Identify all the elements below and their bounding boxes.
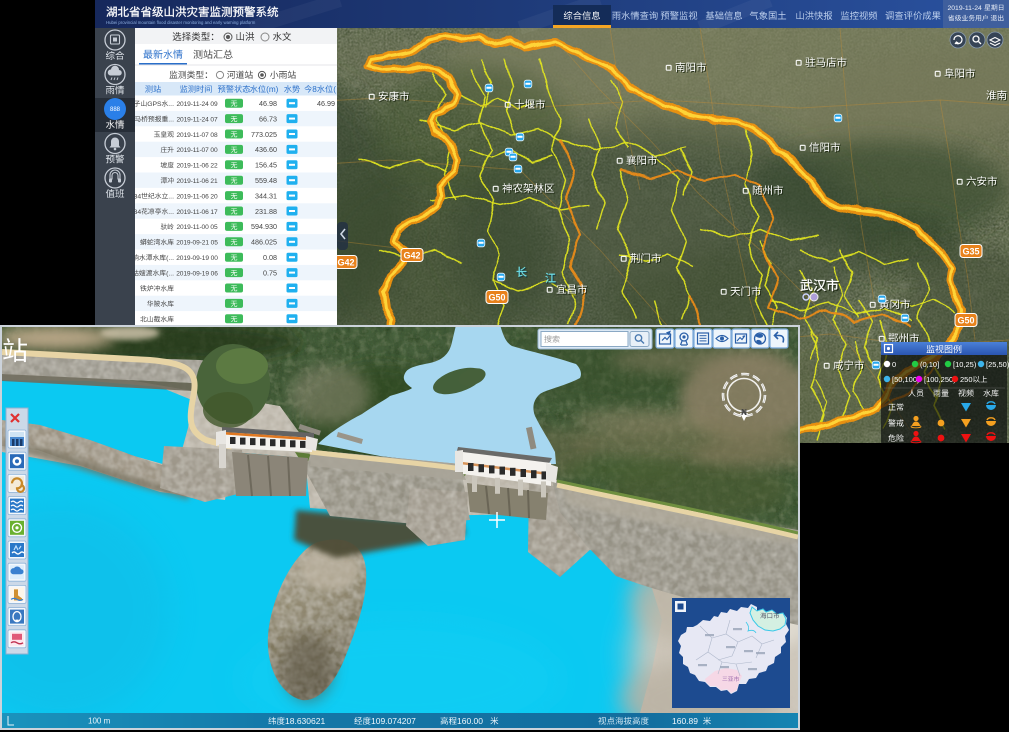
svg-text:2019-11-06 22: 2019-11-06 22 bbox=[176, 163, 218, 170]
svg-text:(...: (... bbox=[166, 255, 174, 262]
svg-text:2019-11-07 00: 2019-11-07 00 bbox=[176, 147, 218, 154]
svg-text:...: ... bbox=[168, 193, 174, 200]
svg-text:594.930: 594.930 bbox=[251, 222, 277, 231]
svg-text:250: 250 bbox=[960, 375, 973, 384]
svg-text:486.025: 486.025 bbox=[251, 238, 277, 247]
svg-text:773.025: 773.025 bbox=[251, 130, 277, 139]
svg-text:(: ( bbox=[333, 85, 336, 94]
svg-text:G42: G42 bbox=[403, 251, 420, 261]
svg-text:GPS: GPS bbox=[147, 101, 162, 108]
svg-text:2019-11-24 09: 2019-11-24 09 bbox=[176, 101, 218, 108]
svg-text:100 m: 100 m bbox=[88, 717, 111, 726]
svg-text:[25,50): [25,50) bbox=[986, 360, 1009, 369]
svg-text:231.88: 231.88 bbox=[255, 207, 277, 216]
svg-text:18.630621: 18.630621 bbox=[285, 716, 325, 726]
svg-text:...: ... bbox=[168, 209, 174, 216]
svg-text:G50: G50 bbox=[488, 293, 505, 303]
svg-text:2019-09-19 06: 2019-09-19 06 bbox=[176, 270, 218, 277]
svg-text:[100,250): [100,250) bbox=[924, 375, 956, 384]
svg-text:(0,10]: (0,10] bbox=[920, 360, 939, 369]
svg-text:2019-11-24 07: 2019-11-24 07 bbox=[176, 116, 218, 123]
svg-text:344.31: 344.31 bbox=[255, 191, 277, 200]
svg-text:G50: G50 bbox=[957, 316, 974, 326]
svg-text:156.45: 156.45 bbox=[255, 161, 277, 170]
svg-text:46.99: 46.99 bbox=[317, 99, 335, 108]
svg-text:(m): (m) bbox=[266, 85, 279, 94]
svg-text:66.73: 66.73 bbox=[259, 114, 277, 123]
svg-text:8: 8 bbox=[312, 85, 317, 94]
svg-text:...: ... bbox=[168, 116, 174, 123]
svg-text:0: 0 bbox=[892, 360, 896, 369]
svg-text:2019-09-19 00: 2019-09-19 00 bbox=[176, 255, 218, 262]
svg-text:[50,100): [50,100) bbox=[892, 375, 920, 384]
svg-text:2019-09-21 05: 2019-09-21 05 bbox=[176, 240, 218, 247]
svg-text:...: ... bbox=[168, 101, 174, 108]
svg-text:0.75: 0.75 bbox=[263, 268, 277, 277]
svg-text:2019-11-06 20: 2019-11-06 20 bbox=[176, 193, 218, 200]
svg-text:436.60: 436.60 bbox=[255, 145, 277, 154]
svg-text:2019-11-06 21: 2019-11-06 21 bbox=[176, 178, 218, 185]
svg-text:160.00: 160.00 bbox=[457, 716, 483, 726]
svg-text:G42: G42 bbox=[337, 258, 354, 268]
svg-text:0.08: 0.08 bbox=[263, 253, 277, 262]
svg-text:N: N bbox=[741, 408, 747, 417]
svg-text:46.98: 46.98 bbox=[259, 99, 277, 108]
svg-text:2019-11-00 05: 2019-11-00 05 bbox=[176, 224, 218, 231]
svg-text:2019-11-06 17: 2019-11-06 17 bbox=[176, 209, 218, 216]
svg-text:Hubei provincial mountain floo: Hubei provincial mountain flood disaster… bbox=[106, 20, 256, 25]
svg-text:160.89: 160.89 bbox=[672, 716, 698, 726]
svg-text:[10,25): [10,25) bbox=[953, 360, 977, 369]
svg-text:559.48: 559.48 bbox=[255, 176, 277, 185]
svg-text:G35: G35 bbox=[962, 247, 979, 257]
svg-text:888: 888 bbox=[110, 107, 121, 113]
svg-text:2019-11-24: 2019-11-24 bbox=[948, 5, 982, 12]
svg-text:(...: (... bbox=[166, 270, 174, 277]
svg-text:109.074207: 109.074207 bbox=[371, 716, 416, 726]
svg-text:2019-11-07 08: 2019-11-07 08 bbox=[176, 132, 218, 139]
